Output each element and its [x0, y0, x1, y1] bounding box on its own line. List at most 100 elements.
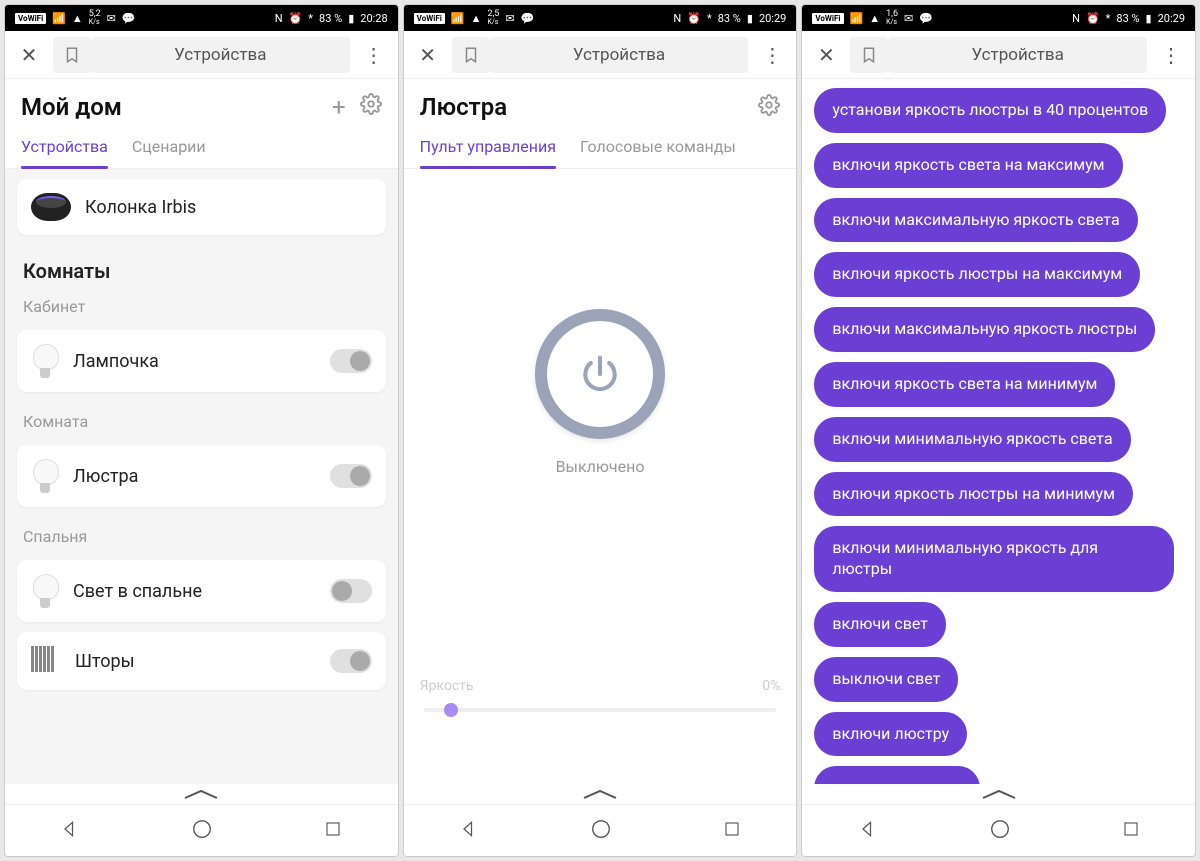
vowifi-badge: VoWiFi: [414, 13, 445, 24]
bluetooth-icon: *: [308, 12, 313, 25]
voice-command-pill[interactable]: включи свет: [814, 602, 946, 647]
settings-button[interactable]: [758, 94, 780, 120]
messenger-icon: 💬: [521, 12, 535, 25]
battery-icon: ▮: [348, 12, 354, 25]
menu-button[interactable]: ⋮: [1151, 43, 1191, 67]
status-bar: VoWiFi 📶 ▲ 2,5K/s ✉ 💬 N ⏰ * 83 % ▮ 20:29: [404, 5, 797, 31]
voice-command-pill[interactable]: включи яркость света на максимум: [814, 143, 1122, 188]
nfc-icon: N: [1072, 12, 1080, 25]
signal-icon: 📶: [451, 12, 465, 25]
content-area: Выключено Яркость 0%: [404, 169, 797, 784]
close-button[interactable]: ✕: [806, 35, 846, 75]
brightness-slider[interactable]: [424, 708, 777, 712]
signal-icon: 📶: [52, 12, 66, 25]
device-speaker[interactable]: Колонка Irbis: [17, 179, 386, 235]
nav-caret[interactable]: [802, 784, 1195, 804]
voice-command-pill[interactable]: включи максимальную яркость света: [814, 198, 1137, 243]
voice-command-pill[interactable]: включи люстру: [814, 712, 967, 757]
power-status: Выключено: [556, 457, 645, 476]
voice-command-pill[interactable]: включи минимальную яркость для люстры: [814, 526, 1174, 592]
menu-button[interactable]: ⋮: [354, 43, 394, 67]
page-title-box[interactable]: Устройства: [888, 37, 1147, 73]
nav-home[interactable]: [989, 818, 1011, 844]
toggle-lampochka[interactable]: [330, 349, 372, 373]
nav-back[interactable]: [858, 819, 878, 843]
voice-command-pill[interactable]: выключи люстру: [814, 766, 979, 784]
page-title-box[interactable]: Устройства: [490, 37, 749, 73]
nav-home[interactable]: [191, 818, 213, 844]
close-button[interactable]: ✕: [408, 35, 448, 75]
room-label-komnata: Комната: [5, 402, 398, 435]
toggle-lyustra[interactable]: [330, 464, 372, 488]
battery-icon: ▮: [1146, 12, 1152, 25]
bookmark-button[interactable]: [452, 37, 490, 73]
nav-caret[interactable]: [404, 784, 797, 804]
device-title: Люстра: [420, 93, 507, 121]
voice-command-pill[interactable]: включи минимальную яркость света: [814, 417, 1130, 462]
voice-command-pill[interactable]: включи яркость люстры на минимум: [814, 472, 1133, 517]
chat-icon: ✉: [505, 12, 514, 25]
address-bar: ✕ Устройства ⋮: [802, 31, 1195, 79]
bookmark-button[interactable]: [850, 37, 888, 73]
battery-icon: ▮: [747, 12, 753, 25]
device-lampochka[interactable]: Лампочка: [17, 330, 386, 392]
tab-control[interactable]: Пульт управления: [420, 129, 556, 168]
device-shtory[interactable]: Шторы: [17, 632, 386, 690]
clock-text: 20:29: [1158, 12, 1185, 25]
page-title-box[interactable]: Устройства: [91, 37, 350, 73]
brightness-value: 0%: [762, 678, 780, 694]
toggle-svet-spalnya[interactable]: [330, 579, 372, 603]
home-title: Мой дом: [21, 93, 122, 121]
messenger-icon: 💬: [122, 12, 136, 25]
alarm-icon: ⏰: [289, 12, 303, 25]
bluetooth-icon: *: [1106, 12, 1111, 25]
device-lyustra[interactable]: Люстра: [17, 445, 386, 507]
voice-command-pill[interactable]: включи яркость люстры на максимум: [814, 252, 1140, 297]
tab-devices[interactable]: Устройства: [21, 129, 108, 168]
page-header: Мой дом +: [5, 79, 398, 129]
nav-bar: [5, 804, 398, 856]
power-button[interactable]: [535, 309, 665, 439]
signal-icon: 📶: [850, 12, 864, 25]
bookmark-button[interactable]: [53, 37, 91, 73]
voice-command-pill[interactable]: установи яркость люстры в 40 процентов: [814, 88, 1166, 133]
status-bar: VoWiFi 📶 ▲ 1,6K/s ✉ 💬 N ⏰ * 83 % ▮ 20:29: [802, 5, 1195, 31]
voice-command-pill[interactable]: выключи свет: [814, 657, 958, 702]
tab-voice[interactable]: Голосовые команды: [580, 129, 736, 168]
brightness-label: Яркость: [420, 678, 474, 694]
vowifi-badge: VoWiFi: [15, 13, 46, 24]
chat-icon: ✉: [904, 12, 913, 25]
tab-scenarios[interactable]: Сценарии: [132, 129, 206, 168]
toggle-shtory[interactable]: [330, 649, 372, 673]
clock-text: 20:29: [759, 12, 786, 25]
nav-home[interactable]: [590, 818, 612, 844]
phone-screen-1: VoWiFi 📶 ▲ 5,2K/s ✉ 💬 N ⏰ * 83 % ▮ 20:28…: [4, 4, 399, 857]
content-area: Колонка Irbis Комнаты Кабинет Лампочка К…: [5, 169, 398, 784]
nav-back[interactable]: [459, 819, 479, 843]
nav-caret[interactable]: [5, 784, 398, 804]
nfc-icon: N: [673, 12, 681, 25]
close-button[interactable]: ✕: [9, 35, 49, 75]
nav-recent[interactable]: [1122, 820, 1140, 842]
add-button[interactable]: +: [332, 93, 346, 121]
nav-back[interactable]: [60, 819, 80, 843]
page-header: Люстра: [404, 79, 797, 129]
wifi-icon: ▲: [471, 12, 482, 25]
voice-command-pill[interactable]: включи яркость света на минимум: [814, 362, 1115, 407]
chat-icon: ✉: [107, 12, 116, 25]
phone-screen-3: VoWiFi 📶 ▲ 1,6K/s ✉ 💬 N ⏰ * 83 % ▮ 20:29…: [801, 4, 1196, 857]
nfc-icon: N: [275, 12, 283, 25]
device-svet-spalnya[interactable]: Свет в спальне: [17, 560, 386, 622]
menu-button[interactable]: ⋮: [752, 43, 792, 67]
bulb-icon: [31, 574, 59, 608]
alarm-icon: ⏰: [687, 12, 701, 25]
nav-recent[interactable]: [723, 820, 741, 842]
nav-recent[interactable]: [324, 820, 342, 842]
voice-commands-list: установи яркость люстры в 40 процентов вк…: [802, 79, 1195, 784]
voice-command-pill[interactable]: включи максимальную яркость люстры: [814, 307, 1155, 352]
wifi-icon: ▲: [869, 12, 880, 25]
bulb-icon: [31, 344, 59, 378]
phone-screen-2: VoWiFi 📶 ▲ 2,5K/s ✉ 💬 N ⏰ * 83 % ▮ 20:29…: [403, 4, 798, 857]
alarm-icon: ⏰: [1086, 12, 1100, 25]
settings-button[interactable]: [360, 93, 382, 121]
